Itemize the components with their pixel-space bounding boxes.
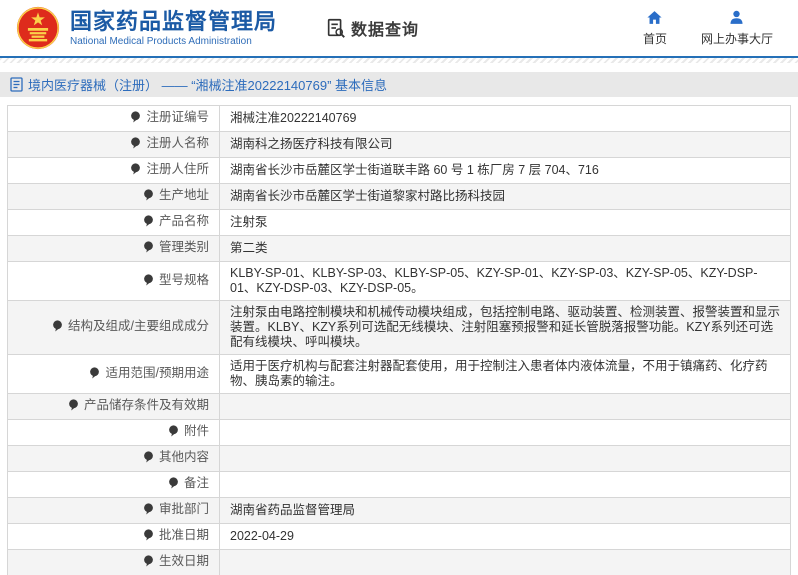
nav-home[interactable]: 首页 [643,9,667,47]
site-title: 国家药品监督管理局 [70,8,278,34]
note-icon [68,399,79,415]
info-table-wrap: 注册证编号 湘械注准20222140769 注册人名称 湖南科之扬医疗科技有限公… [7,105,791,575]
page-title-bar: 境内医疗器械（注册） —— “湘械注准20222140769” 基本信息 [0,72,798,97]
row-value: 湖南省长沙市岳麓区学士街道黎家村路比扬科技园 [230,189,506,203]
note-icon [130,137,141,153]
row-value: 注射泵由电路控制模块和机械传动模块组成，包括控制电路、驱动装置、检测装置、报警装… [230,305,781,349]
row-label: 附件 [183,424,209,438]
table-row: 注册人住所 湖南省长沙市岳麓区学士街道联丰路 60 号 1 栋厂房 7 层 70… [7,157,791,184]
row-label: 生效日期 [158,554,209,568]
table-row: 管理类别 第二类 [7,235,791,262]
row-label: 产品名称 [158,214,209,228]
row-value: 湖南科之扬医疗科技有限公司 [230,137,393,151]
note-icon [143,215,154,231]
doc-search-icon [327,18,345,38]
note-icon [143,451,154,467]
table-row: 型号规格 KLBY-SP-01、KLBY-SP-03、KLBY-SP-05、KZ… [7,261,791,301]
note-icon [130,163,141,179]
table-row: 适用范围/预期用途 适用于医疗机构与配套注射器配套使用，用于控制注入患者体内液体… [7,354,791,394]
row-label: 产品储存条件及有效期 [83,398,209,412]
row-value: KLBY-SP-01、KLBY-SP-03、KLBY-SP-05、KZY-SP-… [230,266,758,295]
nav-online-hall[interactable]: 网上办事大厅 [701,9,773,47]
note-icon [143,189,154,205]
row-value: 第二类 [230,241,268,255]
table-row: 注册证编号 湘械注准20222140769 [7,105,791,132]
document-icon [10,77,23,92]
note-icon [143,529,154,545]
home-icon [647,11,663,24]
note-icon [168,477,179,493]
row-label: 注册人名称 [146,136,209,150]
row-label: 审批部门 [158,502,209,516]
table-row: 备注 [7,471,791,498]
row-label: 批准日期 [158,528,209,542]
person-icon [730,10,744,24]
note-icon [89,366,100,383]
header-hatch-strip [0,58,798,63]
note-icon [130,111,141,127]
page-title: 境内医疗器械（注册） —— “湘械注准20222140769” 基本信息 [28,78,388,93]
row-value: 湖南省长沙市岳麓区学士街道联丰路 60 号 1 栋厂房 7 层 704、716 [230,163,599,177]
nav-online-hall-label: 网上办事大厅 [700,32,773,46]
note-icon [143,273,154,290]
table-row: 生产地址 湖南省长沙市岳麓区学士街道黎家村路比扬科技园 [7,183,791,210]
row-label: 其他内容 [158,450,209,464]
table-row: 结构及组成/主要组成成分 注射泵由电路控制模块和机械传动模块组成，包括控制电路、… [7,300,791,355]
site-header: 国家药品监督管理局 National Medical Products Admi… [0,0,798,58]
table-row: 产品名称 注射泵 [7,209,791,236]
header-nav: 首页 网上办事大厅 [643,9,773,47]
page: 国家药品监督管理局 National Medical Products Admi… [0,0,798,575]
row-label: 适用范围/预期用途 [105,365,209,380]
row-value: 适用于医疗机构与配套注射器配套使用，用于控制注入患者体内液体流量，不用于镇痛药、… [230,359,768,388]
note-icon [143,241,154,257]
national-emblem-icon [16,6,60,50]
data-query-label: 数据查询 [351,22,420,39]
table-row: 注册人名称 湖南科之扬医疗科技有限公司 [7,131,791,158]
row-value: 注射泵 [230,215,268,229]
nav-home-label: 首页 [642,32,667,46]
row-value: 湘械注准20222140769 [230,111,357,125]
data-query-button[interactable]: 数据查询 [325,16,419,40]
row-label: 型号规格 [158,272,209,287]
row-value: 2022-04-29 [230,529,294,543]
note-icon [52,320,63,336]
table-row: 生效日期 [7,549,791,575]
note-icon [143,503,154,519]
row-label: 备注 [183,476,209,490]
table-row: 附件 [7,419,791,446]
row-label: 结构及组成/主要组成成分 [68,319,209,333]
table-row: 其他内容 [7,445,791,472]
row-value: 湖南省药品监督管理局 [230,503,356,517]
registration-info-table: 注册证编号 湘械注准20222140769 注册人名称 湖南科之扬医疗科技有限公… [7,105,791,575]
row-label: 注册证编号 [146,110,209,124]
table-row: 批准日期 2022-04-29 [7,523,791,550]
table-row: 审批部门 湖南省药品监督管理局 [7,497,791,524]
brand: 国家药品监督管理局 National Medical Products Admi… [70,9,277,48]
row-label: 生产地址 [158,188,209,202]
table-row: 产品储存条件及有效期 [7,393,791,420]
row-label: 管理类别 [158,240,209,254]
note-icon [168,425,179,441]
row-label: 注册人住所 [146,162,209,176]
site-subtitle: National Medical Products Administration [70,35,252,47]
note-icon [143,555,154,571]
